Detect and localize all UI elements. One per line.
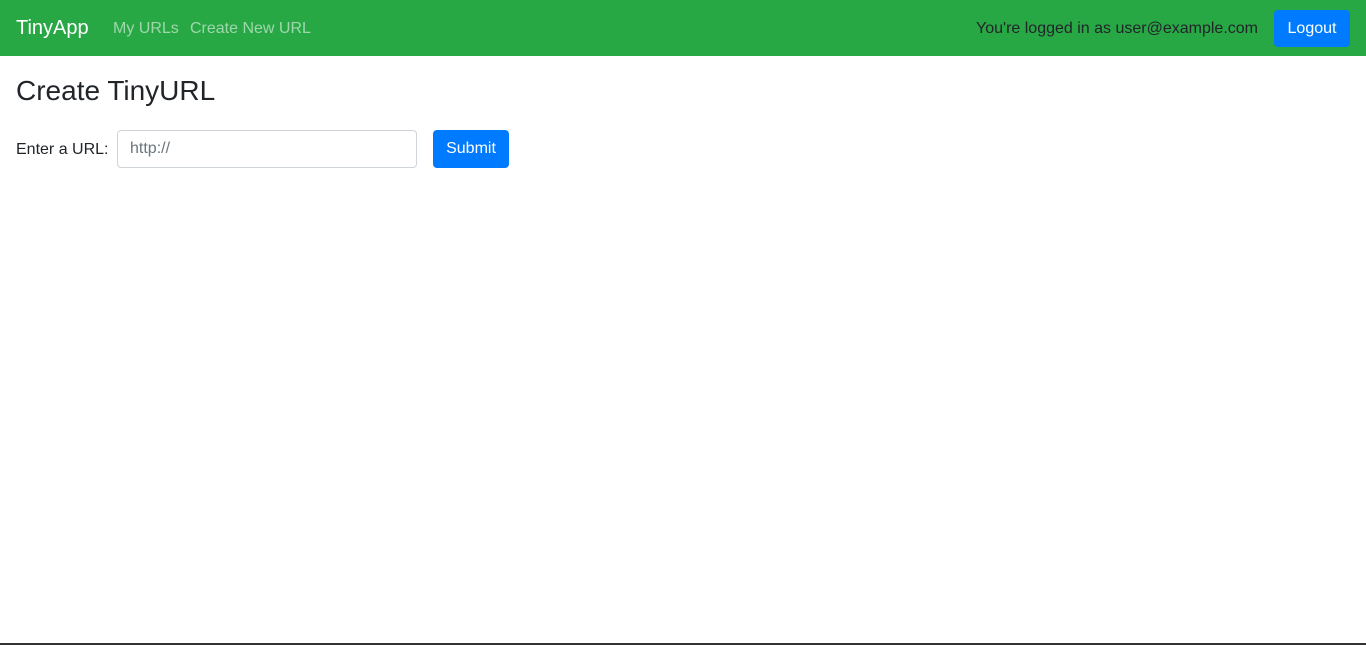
nav-link-my-urls[interactable]: My URLs (113, 19, 179, 38)
logout-button[interactable]: Logout (1274, 10, 1350, 47)
brand-link[interactable]: TinyApp (16, 16, 89, 40)
navbar: TinyApp My URLs Create New URL You're lo… (0, 0, 1366, 56)
nav-link-create-new-url[interactable]: Create New URL (190, 19, 311, 38)
login-status: You're logged in as user@example.com (976, 20, 1258, 37)
url-input[interactable] (117, 130, 417, 168)
page-title: Create TinyURL (16, 75, 216, 106)
url-label: Enter a URL: (16, 141, 109, 158)
submit-button[interactable]: Submit (433, 130, 509, 168)
